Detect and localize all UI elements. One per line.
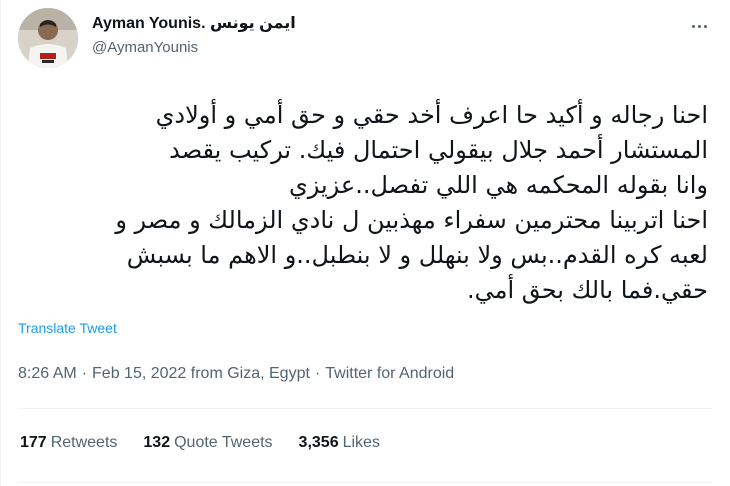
avatar[interactable] — [18, 8, 78, 68]
tweet-line: وانا بقوله المحكمه هي اللي تفصل..عزيزي — [288, 171, 708, 199]
retweets-label: Retweets — [50, 434, 118, 451]
retweets-stat[interactable]: 177 Retweets — [20, 434, 117, 452]
tweet-card: Ayman Younis. ايمن يونس @AymanYounis احن… — [0, 0, 730, 486]
tweet-meta: 8:26 AM · Feb 15, 2022 from Giza, Egypt · Tw… — [18, 365, 454, 383]
tweet-line: احنا اتربينا محترمين سفراء مهذبين ل نادي… — [115, 206, 708, 234]
likes-stat[interactable]: 3,356 Likes — [299, 434, 380, 452]
tweet-line: احنا رجاله و أكيد حا اعرف أخد حقي و حق أ… — [155, 101, 708, 129]
tweet-text: احنا رجاله و أكيد حا اعرف أخد حقي و حق أ… — [18, 98, 708, 308]
tweet-line: لعبه كره القدم..بس ولا بنهلل و لا بنطبل.… — [126, 241, 708, 269]
tweet-stats: 177 Retweets 132 Quote Tweets 3,356 Likes — [20, 434, 380, 452]
meta-separator: · — [314, 365, 321, 382]
likes-label: Likes — [342, 434, 380, 451]
divider — [18, 408, 712, 409]
dot — [703, 24, 707, 28]
quote-tweets-stat[interactable]: 132 Quote Tweets — [143, 434, 272, 452]
tweet-header: Ayman Younis. ايمن يونس @AymanYounis — [18, 8, 714, 72]
dot — [691, 24, 695, 28]
quote-tweets-count: 132 — [143, 434, 171, 451]
tweet-date-place[interactable]: Feb 15, 2022 from Giza, Egypt — [92, 365, 310, 382]
tweet-line: حقي.فما بالك بحق أمي. — [466, 276, 708, 304]
meta-separator: · — [81, 365, 88, 382]
user-handle[interactable]: @AymanYounis — [92, 38, 296, 58]
profile-photo-icon — [18, 8, 78, 68]
user-names: Ayman Younis. ايمن يونس @AymanYounis — [92, 14, 296, 58]
translate-tweet-link[interactable]: Translate Tweet — [18, 320, 117, 336]
more-dots-icon[interactable] — [684, 14, 714, 38]
dot — [697, 24, 701, 28]
divider — [18, 482, 712, 483]
retweets-count: 177 — [20, 434, 47, 451]
tweet-line: المستشار أحمد جلال بيقولي احتمال فيك. تر… — [169, 136, 708, 164]
quote-tweets-label: Quote Tweets — [174, 434, 273, 451]
left-border — [0, 0, 1, 486]
tweet-time[interactable]: 8:26 AM — [18, 365, 77, 382]
display-name[interactable]: Ayman Younis. ايمن يونس — [92, 14, 296, 34]
likes-count: 3,356 — [298, 434, 339, 451]
tweet-source[interactable]: Twitter for Android — [325, 365, 454, 382]
